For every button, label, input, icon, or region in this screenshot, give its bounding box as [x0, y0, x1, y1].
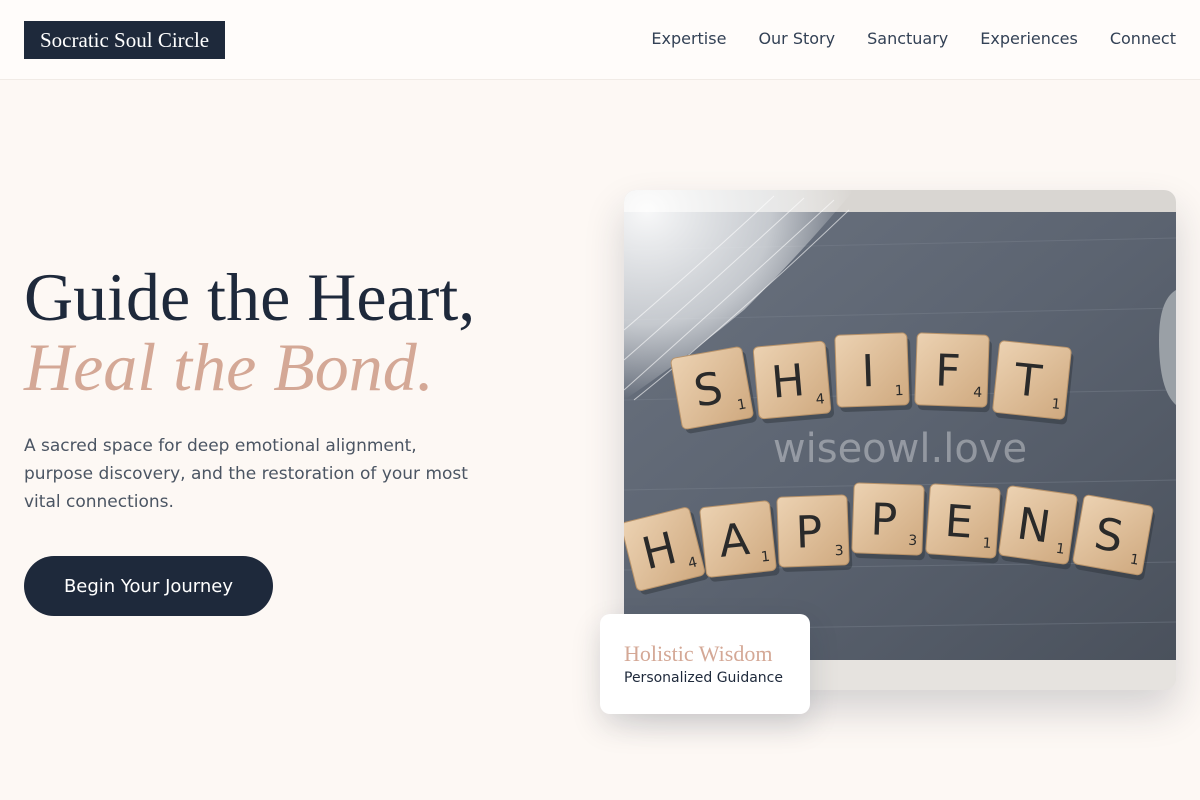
tile-letter: H — [769, 355, 806, 409]
hero-subtitle: A sacred space for deep emotional alignm… — [24, 436, 468, 512]
tile-value: 1 — [982, 535, 992, 552]
logo[interactable]: Socratic Soul Circle — [24, 21, 226, 59]
nav-link-sanctuary[interactable]: Sanctuary — [867, 29, 948, 49]
watermark-text: wiseowl.love — [773, 426, 1027, 472]
nav-link-our-story[interactable]: Our Story — [758, 29, 835, 49]
headline-line-2: Heal the Bond. — [24, 329, 434, 405]
letter-tile: P3 — [851, 482, 927, 561]
tile-letter: T — [1011, 354, 1044, 408]
letter-tile: P3 — [776, 494, 853, 572]
letter-tile: S1 — [670, 346, 757, 434]
tile-value: 3 — [908, 533, 917, 549]
letter-tile: T1 — [992, 340, 1074, 425]
tile-letter: E — [943, 496, 974, 549]
tile-value: 1 — [894, 383, 903, 399]
letter-tile: E1 — [925, 483, 1003, 564]
tile-letter: I — [861, 346, 876, 397]
main-nav: Expertise Our Story Sanctuary Experience… — [651, 29, 1176, 49]
nav-link-connect[interactable]: Connect — [1110, 29, 1176, 49]
tile-value: 3 — [834, 543, 843, 559]
letter-tile: A1 — [699, 500, 780, 582]
holistic-wisdom-card: Holistic Wisdom Personalized Guidance — [600, 614, 810, 714]
tile-value: 4 — [815, 391, 825, 408]
letter-tile: H4 — [752, 340, 835, 424]
tile-letter: A — [717, 514, 752, 568]
tile-letter: P — [795, 507, 823, 559]
tile-letter: N — [1014, 498, 1054, 553]
tile-letter: F — [934, 345, 961, 397]
tile-value: 4 — [973, 385, 983, 401]
letter-tile: F4 — [914, 332, 992, 413]
nav-link-expertise[interactable]: Expertise — [651, 29, 726, 49]
begin-journey-button[interactable]: Begin Your Journey — [24, 556, 273, 616]
letter-tile: S1 — [1072, 494, 1155, 581]
tile-value: 1 — [1051, 396, 1062, 413]
card-subtitle: Personalized Guidance — [624, 670, 783, 686]
site-header: Socratic Soul Circle Expertise Our Story… — [0, 0, 1200, 80]
nav-link-experiences[interactable]: Experiences — [980, 29, 1078, 49]
card-title: Holistic Wisdom — [624, 641, 773, 666]
hero-headline: Guide the Heart, Heal the Bond. — [24, 262, 475, 402]
letter-tile: I1 — [834, 332, 913, 412]
tile-letter: P — [870, 494, 898, 546]
headline-line-1: Guide the Heart, — [24, 259, 476, 335]
letter-tile: N1 — [998, 485, 1080, 570]
tile-value: 1 — [760, 549, 771, 566]
